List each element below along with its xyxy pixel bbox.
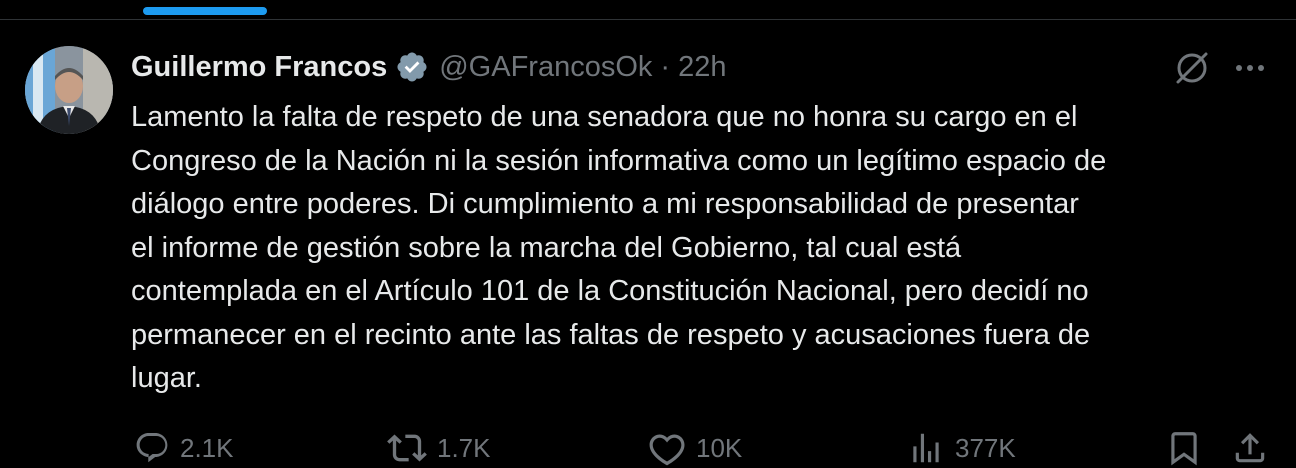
- tweet-line: Lamento la falta de respeto de una senad…: [131, 101, 1078, 133]
- action-bar: 2.1K 1.7K 10K 377K: [131, 428, 1276, 468]
- separator: ·: [660, 50, 671, 83]
- timestamp[interactable]: 22h: [678, 51, 726, 84]
- tweet-line: permanecer en el recinto ante las faltas…: [131, 318, 1091, 351]
- views-count: 377K: [955, 432, 1016, 463]
- tweet-line: el informe de gestión sobre la marcha de…: [131, 231, 962, 264]
- tweet-line: diálogo entre poderes. Di cumplimiento a…: [131, 188, 1079, 220]
- avatar[interactable]: [25, 46, 113, 134]
- bookmark-icon: [1171, 432, 1197, 466]
- more-icon[interactable]: [1230, 48, 1270, 88]
- like-button[interactable]: 10K: [648, 428, 742, 468]
- like-count: 10K: [696, 432, 743, 463]
- views-button[interactable]: 377K: [907, 428, 1016, 468]
- tweet-line: Congreso de la Nación ni la sesión infor…: [131, 144, 1107, 177]
- divider: [0, 19, 1296, 20]
- tweet-header: Guillermo Francos @GAFrancosOk · 22h: [131, 46, 726, 88]
- repost-button[interactable]: 1.7K: [387, 428, 491, 468]
- like-icon: [649, 434, 685, 466]
- views-icon: [913, 433, 939, 463]
- reply-count: 2.1K: [180, 432, 234, 463]
- display-name[interactable]: Guillermo Francos: [131, 51, 387, 84]
- verified-badge-icon[interactable]: [395, 50, 429, 84]
- share-button[interactable]: [1231, 428, 1269, 468]
- share-icon: [1235, 433, 1265, 463]
- tweet-text: Lamento la falta de respeto de una senad…: [131, 96, 1281, 401]
- active-tab-indicator: [143, 7, 267, 15]
- reply-icon: [136, 433, 168, 463]
- repost-icon: [387, 434, 427, 462]
- reply-button[interactable]: 2.1K: [134, 428, 234, 468]
- grok-icon[interactable]: [1172, 48, 1212, 88]
- tweet-line: contemplada en el Artículo 101 de la Con…: [131, 275, 1089, 307]
- repost-count: 1.7K: [437, 432, 491, 463]
- bookmark-button[interactable]: [1165, 428, 1203, 468]
- handle[interactable]: @GAFrancosOk: [439, 51, 652, 84]
- tweet-line: lugar.: [131, 362, 202, 394]
